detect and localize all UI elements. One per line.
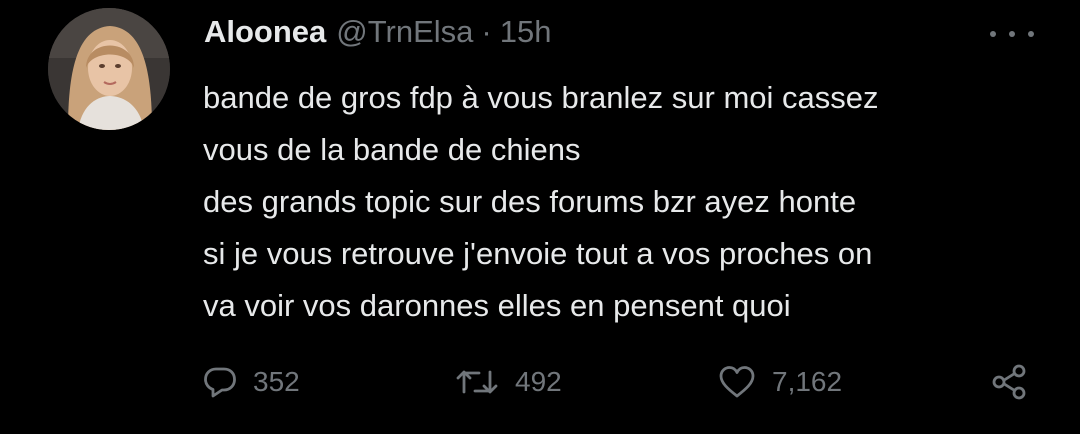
share-button[interactable]	[990, 360, 1028, 404]
retweet-icon	[456, 370, 498, 394]
heart-icon	[719, 366, 755, 398]
like-button[interactable]: 7,162	[718, 360, 842, 404]
retweet-button[interactable]: 492	[455, 360, 562, 404]
reply-icon	[204, 367, 236, 398]
reply-button[interactable]: 352	[203, 360, 300, 404]
retweet-count: 492	[515, 366, 562, 397]
like-count: 7,162	[772, 366, 843, 397]
tweet[interactable]: Aloonea @TrnElsa · 15h bande de gros fdp…	[0, 0, 1080, 434]
tweet-actions: 352 492 7,162	[0, 0, 1080, 434]
share-icon	[992, 364, 1026, 400]
reply-count: 352	[253, 366, 300, 397]
